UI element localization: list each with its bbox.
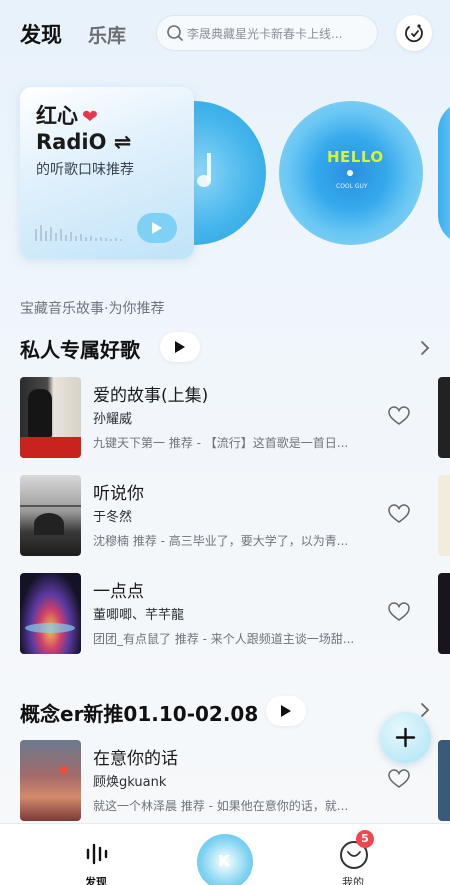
song-row[interactable]: 爱的故事(上集) 孙耀威 九键天下第一 推荐 - 【流行】这首歌是一首日...: [0, 377, 450, 467]
song-row[interactable]: 听说你 于冬然 沈穆楠 推荐 - 高三毕业了，要大学了，以为青...: [0, 475, 450, 565]
now-playing-label: K: [218, 852, 230, 870]
tab-library[interactable]: 乐库: [88, 21, 126, 48]
recommend-caption: 宝藏音乐故事·为你推荐: [20, 301, 165, 317]
search-icon: [167, 25, 183, 41]
heart-outline-icon[interactable]: [388, 406, 410, 426]
tab-discover[interactable]: 发现: [20, 19, 62, 49]
chevron-right-icon[interactable]: [418, 339, 432, 357]
album-cover: [20, 573, 81, 654]
bottom-nav: 发现 K 5 我的: [0, 823, 450, 885]
add-button[interactable]: [380, 712, 431, 763]
disc-label: HELLO: [327, 148, 384, 166]
heart-outline-icon[interactable]: [388, 504, 410, 524]
song-artist[interactable]: 顾焕gkuank: [93, 771, 166, 790]
disc-sublabel: COOL GUY: [336, 183, 368, 190]
album-cover: [20, 475, 81, 556]
song-artist[interactable]: 于冬然: [93, 506, 132, 525]
play-icon: [281, 705, 291, 717]
section-play-button[interactable]: [160, 332, 200, 362]
search-bar[interactable]: 李晟典藏星光卡新春卡上线...: [156, 15, 378, 51]
heart-outline-icon[interactable]: [388, 602, 410, 622]
album-cover: [20, 740, 81, 821]
disc-cover[interactable]: [438, 101, 450, 245]
now-playing-disc[interactable]: K: [197, 834, 253, 885]
song-artist[interactable]: 孙耀威: [93, 408, 132, 427]
top-bar: 发现 乐库 李晟典藏星光卡新春卡上线...: [0, 0, 450, 64]
song-artist[interactable]: 董唧唧、芊芊龍: [93, 604, 184, 623]
discover-waveform-icon[interactable]: [85, 841, 111, 867]
recognize-music-button[interactable]: [396, 15, 432, 51]
song-row[interactable]: 在意你的话 顾焕gkuank 就这一个林泽晨 推荐 - 如果他在意你的话，就..…: [0, 740, 450, 830]
song-title: 在意你的话: [93, 749, 178, 769]
heart-radio-card[interactable]: 红心 RadiO ⇌ ❤ 的听歌口味推荐: [20, 87, 194, 259]
disc-center: [347, 170, 353, 176]
play-icon: [152, 222, 162, 234]
song-description: 沈穆楠 推荐 - 高三毕业了，要大学了，以为青...: [93, 534, 349, 548]
section-play-button[interactable]: [266, 696, 306, 726]
radio-subtitle: 的听歌口味推荐: [36, 162, 134, 178]
song-title: 听说你: [93, 484, 144, 504]
song-title: 一点点: [93, 582, 144, 602]
plus-icon: [395, 727, 416, 748]
section-title[interactable]: 私人专属好歌: [20, 334, 140, 363]
waveform-icon: [35, 225, 122, 241]
next-column-cover[interactable]: [438, 377, 450, 458]
next-column-cover[interactable]: [438, 573, 450, 654]
album-cover: [20, 377, 81, 458]
heart-outline-icon[interactable]: [388, 769, 410, 789]
notification-badge: 5: [356, 830, 374, 848]
next-column-cover[interactable]: [438, 475, 450, 556]
music-note-icon: [197, 153, 211, 187]
heart-icon: ❤: [82, 106, 98, 128]
song-row[interactable]: 一点点 董唧唧、芊芊龍 团团_有点鼠了 推荐 - 来个人跟频道主谈一场甜...: [0, 573, 450, 663]
song-description: 就这一个林泽晨 推荐 - 如果他在意你的话，就...: [93, 799, 349, 813]
search-placeholder: 李晟典藏星光卡新春卡上线...: [187, 27, 343, 41]
radio-play-button[interactable]: [137, 213, 177, 243]
section-title[interactable]: 概念er新推01.10-02.08: [20, 698, 258, 727]
smile-icon: [347, 851, 361, 857]
song-title: 爱的故事(上集): [93, 386, 209, 406]
music-recognize-icon: [405, 24, 423, 43]
song-description: 九键天下第一 推荐 - 【流行】这首歌是一首日...: [93, 436, 349, 450]
nav-me-label[interactable]: 我的: [342, 874, 364, 885]
nav-discover-label[interactable]: 发现: [85, 874, 107, 885]
next-column-cover[interactable]: [438, 740, 450, 821]
play-icon: [175, 341, 185, 353]
song-description: 团团_有点鼠了 推荐 - 来个人跟频道主谈一场甜...: [93, 632, 355, 646]
